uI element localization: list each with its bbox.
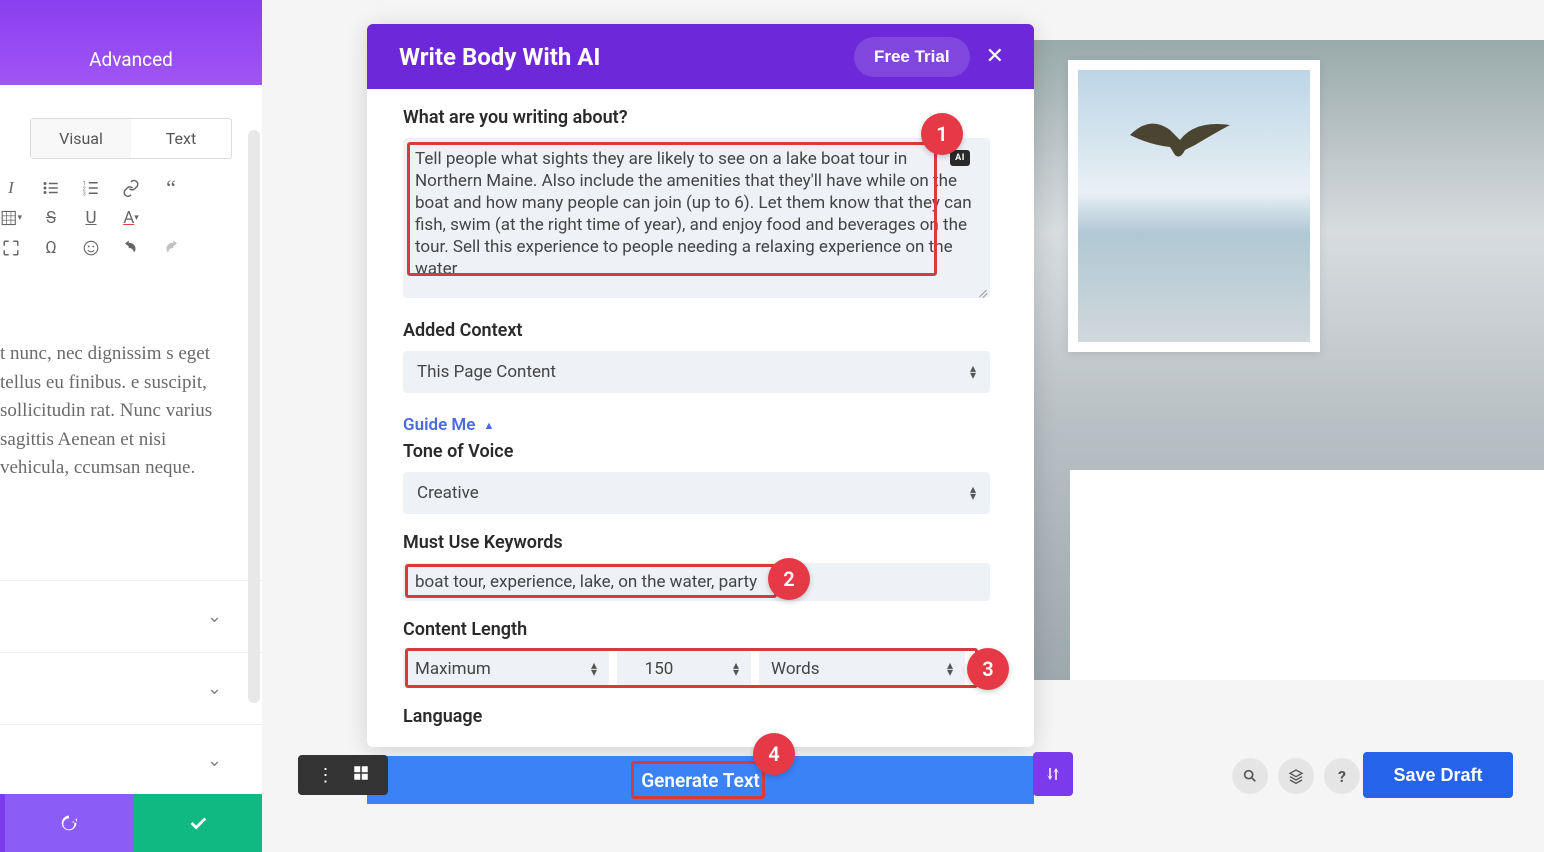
collapsible-row-1[interactable]: ⌄: [0, 580, 262, 652]
editor-tab-switcher: Visual Text: [30, 118, 232, 159]
svg-text:3: 3: [83, 192, 86, 198]
select-arrows-icon: ▴▾: [947, 662, 953, 676]
tab-text[interactable]: Text: [131, 119, 231, 158]
bird-graphic: [1120, 105, 1240, 175]
ai-badge-icon: AI: [950, 150, 970, 166]
tab-visual[interactable]: Visual: [31, 119, 131, 158]
tone-label: Tone of Voice: [403, 441, 990, 462]
generate-text-label: Generate Text: [641, 769, 760, 792]
keywords-input[interactable]: [403, 563, 990, 601]
link-icon[interactable]: [120, 177, 142, 199]
close-icon[interactable]: ✕: [982, 40, 1008, 73]
save-draft-button[interactable]: Save Draft: [1363, 752, 1513, 798]
search-round-button[interactable]: [1232, 758, 1268, 794]
quote-icon[interactable]: “: [160, 177, 182, 199]
underline-icon[interactable]: U: [80, 207, 102, 229]
layers-round-button[interactable]: [1278, 758, 1314, 794]
tab-advanced[interactable]: Advanced: [0, 0, 262, 85]
select-arrows-icon: ▴▾: [591, 662, 597, 676]
stepper-arrows-icon[interactable]: ▴▾: [733, 662, 739, 676]
footer-actions: ?: [1232, 758, 1360, 794]
undo-icon[interactable]: [120, 237, 142, 259]
guide-me-label: Guide Me: [403, 415, 475, 435]
free-trial-button[interactable]: Free Trial: [854, 37, 970, 77]
redo-icon[interactable]: [160, 237, 182, 259]
length-label: Content Length: [403, 619, 990, 640]
chevron-down-icon: ⌄: [207, 678, 222, 699]
chevron-down-icon: ⌄: [207, 606, 222, 627]
tone-value: Creative: [417, 483, 479, 503]
length-unit-value: Words: [771, 659, 820, 679]
prompt-textarea[interactable]: [403, 138, 990, 298]
guide-me-toggle[interactable]: Guide Me ▲: [403, 415, 494, 435]
collapsible-group: ⌄ ⌄ ⌄: [0, 580, 262, 796]
more-vertical-icon[interactable]: ⋮: [317, 765, 335, 786]
preview-content-box: [1070, 470, 1544, 680]
numbered-list-icon[interactable]: 123: [80, 177, 102, 199]
chevron-down-icon: ⌄: [207, 750, 222, 771]
omega-icon[interactable]: Ω: [40, 237, 62, 259]
callout-2: 2: [768, 558, 810, 600]
context-select[interactable]: This Page Content ▴▾: [403, 351, 990, 393]
language-label: Language: [403, 706, 990, 727]
left-sidebar: Advanced Visual Text I 123 “ ▾ S U A▾: [0, 0, 262, 852]
sort-button[interactable]: [1033, 752, 1073, 796]
callout-3: 3: [967, 648, 1009, 690]
help-round-button[interactable]: ?: [1324, 758, 1360, 794]
sidebar-scrollbar[interactable]: [248, 130, 260, 703]
callout-1: 1: [921, 113, 963, 155]
sidebar-bottom-strip: [0, 794, 262, 852]
arrow-up-icon: ▲: [483, 419, 494, 432]
keywords-label: Must Use Keywords: [403, 532, 990, 553]
tone-select[interactable]: Creative ▴▾: [403, 472, 990, 514]
length-mode-value: Maximum: [415, 659, 491, 679]
modal-title: Write Body With AI: [399, 43, 854, 71]
callout-4: 4: [753, 733, 795, 775]
context-label: Added Context: [403, 320, 990, 341]
context-value: This Page Content: [417, 362, 556, 382]
modal-body: What are you writing about? AI Added Con…: [367, 89, 1034, 747]
body-preview-text: t nunc, nec dignissim s eget tellus eu f…: [0, 340, 262, 483]
emoji-icon[interactable]: [80, 237, 102, 259]
modal-header: Write Body With AI Free Trial ✕: [367, 24, 1034, 89]
length-number-field[interactable]: ▴▾: [617, 650, 751, 688]
generate-text-button[interactable]: Generate Text: [367, 756, 1034, 804]
text-color-icon[interactable]: A▾: [120, 207, 142, 229]
strikethrough-icon[interactable]: S: [40, 207, 62, 229]
refresh-button[interactable]: [5, 794, 134, 852]
length-mode-select[interactable]: Maximum ▴▾: [403, 650, 609, 688]
table-icon[interactable]: ▾: [0, 207, 22, 229]
fullscreen-icon[interactable]: [0, 237, 22, 259]
grid-icon[interactable]: [352, 764, 370, 787]
mini-toolbar: ⋮: [298, 755, 388, 795]
italic-icon[interactable]: I: [0, 177, 22, 199]
select-arrows-icon: ▴▾: [970, 486, 976, 500]
confirm-button[interactable]: [134, 794, 263, 852]
length-unit-select[interactable]: Words ▴▾: [759, 650, 965, 688]
editor-section: Visual Text I 123 “ ▾ S U A▾ Ω: [0, 118, 262, 263]
bullet-list-icon[interactable]: [40, 177, 62, 199]
length-number-input[interactable]: [629, 659, 689, 679]
prompt-label: What are you writing about?: [403, 107, 990, 128]
collapsible-row-3[interactable]: ⌄: [0, 724, 262, 796]
resize-handle-icon[interactable]: [974, 284, 988, 298]
preview-image-inset: [1068, 60, 1320, 352]
select-arrows-icon: ▴▾: [970, 365, 976, 379]
tab-advanced-label: Advanced: [89, 48, 173, 71]
formatting-toolbar: I 123 “ ▾ S U A▾ Ω: [0, 173, 262, 263]
collapsible-row-2[interactable]: ⌄: [0, 652, 262, 724]
